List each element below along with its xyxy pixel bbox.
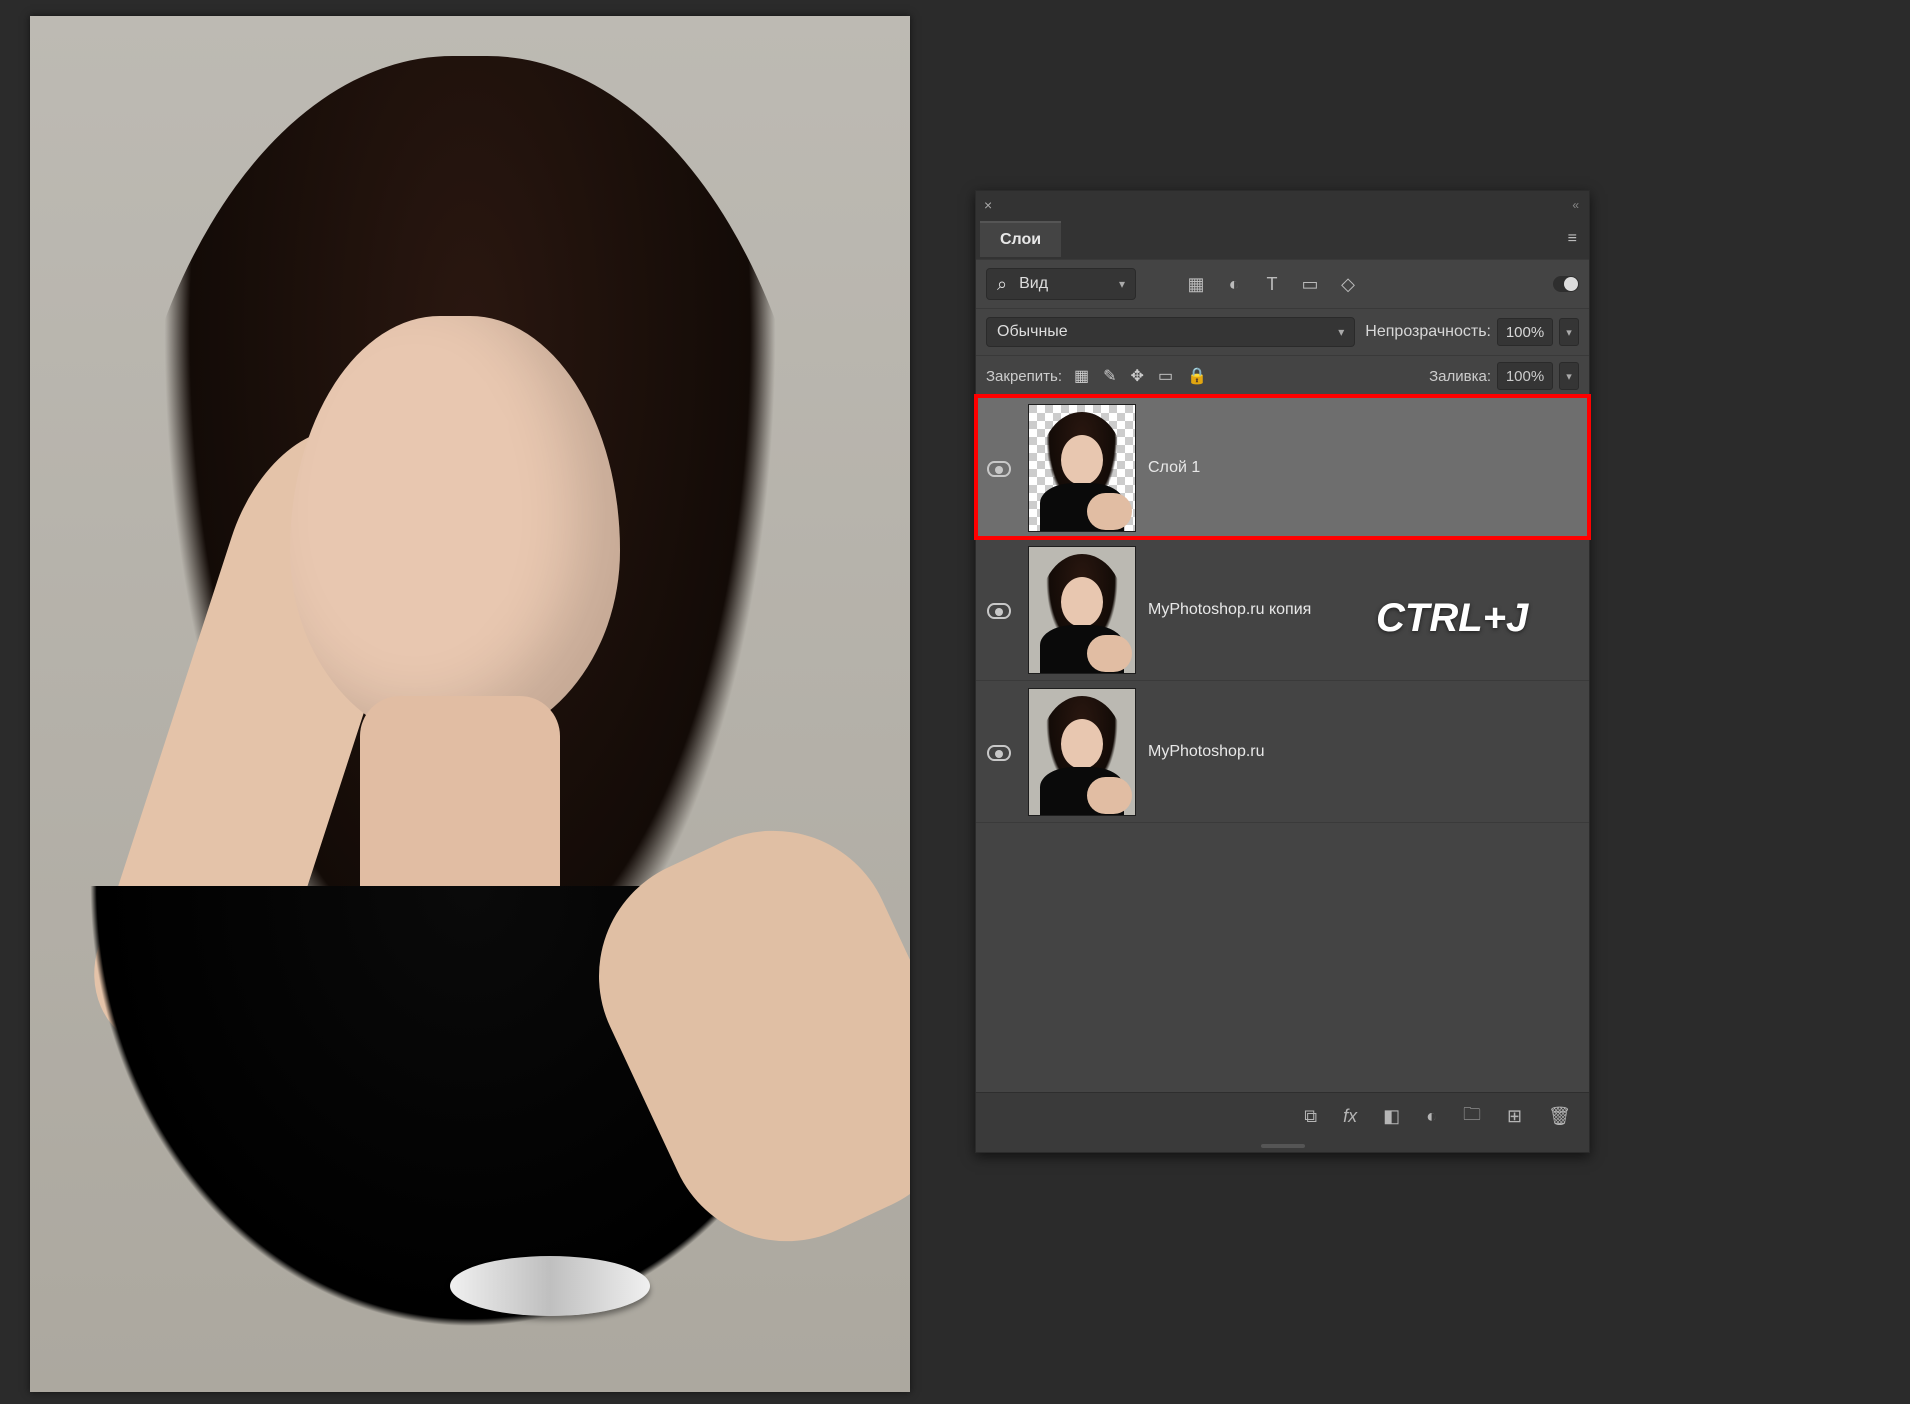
chevron-down-icon: ▾	[1119, 277, 1125, 291]
fx-icon[interactable]: fx	[1343, 1106, 1357, 1127]
tab-label: Слои	[1000, 231, 1041, 248]
filter-toggle[interactable]	[1553, 276, 1579, 292]
search-icon	[997, 274, 1011, 295]
layer-row[interactable]: MyPhotoshop.ru	[976, 680, 1589, 822]
blend-mode-select[interactable]: Обычные ▾	[986, 317, 1355, 347]
fill-value: 100%	[1506, 368, 1544, 385]
layer-row[interactable]: Слой 1	[976, 396, 1589, 538]
close-icon[interactable]: ×	[984, 197, 992, 213]
visibility-eye-icon[interactable]	[987, 461, 1011, 474]
lock-pixels-icon[interactable]: ✎	[1103, 366, 1116, 386]
lock-label: Закрепить:	[986, 368, 1062, 385]
chevron-down-icon: ▾	[1338, 325, 1344, 339]
lock-row: Закрепить: ▦ ✎ ✥ ▭ 🔒 Заливка: 100% ▾	[976, 355, 1589, 396]
layers-list: Слой 1 MyPhotoshop.ru копия MyPhotoshop.…	[976, 396, 1589, 822]
new-layer-icon[interactable]: ⊞	[1507, 1106, 1522, 1127]
lock-transparency-icon[interactable]: ▦	[1074, 366, 1089, 386]
filter-label: Вид	[1019, 275, 1048, 293]
filter-adjustment-icon[interactable]: ◐	[1224, 274, 1244, 295]
fill-input[interactable]: 100%	[1497, 362, 1553, 390]
filter-type-icon[interactable]: T	[1262, 274, 1282, 295]
opacity-value: 100%	[1506, 324, 1544, 341]
panel-footer: ⧉ fx ◧ ◐ 🗀 ⊞ 🗑	[976, 1092, 1589, 1140]
fill-label: Заливка:	[1429, 368, 1491, 385]
layer-kind-select[interactable]: Вид ▾	[986, 268, 1136, 300]
layer-thumbnail[interactable]	[1028, 688, 1136, 816]
lock-all-icon[interactable]: 🔒	[1187, 366, 1207, 386]
delete-layer-icon[interactable]: 🗑	[1548, 1106, 1571, 1127]
opacity-input[interactable]: 100%	[1497, 318, 1553, 346]
layer-name[interactable]: Слой 1	[1148, 459, 1200, 477]
layer-thumbnail[interactable]	[1028, 546, 1136, 674]
visibility-eye-icon[interactable]	[987, 745, 1011, 758]
filter-image-icon[interactable]: ▦	[1186, 274, 1206, 295]
panel-tabbar: Слои ≡	[976, 219, 1589, 259]
filter-smartobject-icon[interactable]: ◇	[1338, 274, 1358, 295]
document-canvas[interactable]	[30, 16, 910, 1392]
fill-group: Заливка: 100% ▾	[1429, 362, 1579, 390]
blend-mode-value: Обычные	[997, 323, 1068, 341]
visibility-eye-icon[interactable]	[987, 603, 1011, 616]
link-layers-icon[interactable]: ⧉	[1304, 1106, 1317, 1127]
layer-name[interactable]: MyPhotoshop.ru копия	[1148, 601, 1311, 619]
layer-thumbnail[interactable]	[1028, 404, 1136, 532]
lock-artboard-icon[interactable]: ▭	[1158, 366, 1173, 386]
lock-position-icon[interactable]: ✥	[1131, 366, 1144, 386]
adjustment-layer-icon[interactable]: ◐	[1426, 1106, 1437, 1127]
add-mask-icon[interactable]: ◧	[1383, 1106, 1400, 1127]
layer-name[interactable]: MyPhotoshop.ru	[1148, 743, 1265, 761]
shortcut-hint: CTRL+J	[1376, 596, 1528, 641]
tab-layers[interactable]: Слои	[980, 221, 1061, 257]
opacity-chevron[interactable]: ▾	[1559, 318, 1579, 346]
blend-row: Обычные ▾ Непрозрачность: 100% ▾	[976, 308, 1589, 355]
opacity-label: Непрозрачность:	[1365, 323, 1491, 341]
filter-shape-icon[interactable]: ▭	[1300, 274, 1320, 295]
portrait-image	[30, 16, 910, 1392]
panel-titlebar[interactable]: × «	[976, 191, 1589, 219]
panel-menu-icon[interactable]: ≡	[1556, 230, 1589, 248]
filter-row: Вид ▾ ▦ ◐ T ▭ ◇	[976, 259, 1589, 308]
opacity-group: Непрозрачность: 100% ▾	[1365, 318, 1579, 346]
new-group-icon[interactable]: 🗀	[1463, 1102, 1481, 1132]
panel-resize-grip[interactable]	[976, 1140, 1589, 1152]
collapse-icon[interactable]: «	[1572, 198, 1581, 212]
layers-panel: × « Слои ≡ Вид ▾ ▦ ◐ T ▭ ◇ Обычные ▾ Неп…	[975, 190, 1590, 1153]
filter-type-icons: ▦ ◐ T ▭ ◇	[1186, 274, 1358, 295]
layers-empty-area[interactable]	[976, 822, 1589, 1092]
fill-chevron[interactable]: ▾	[1559, 362, 1579, 390]
